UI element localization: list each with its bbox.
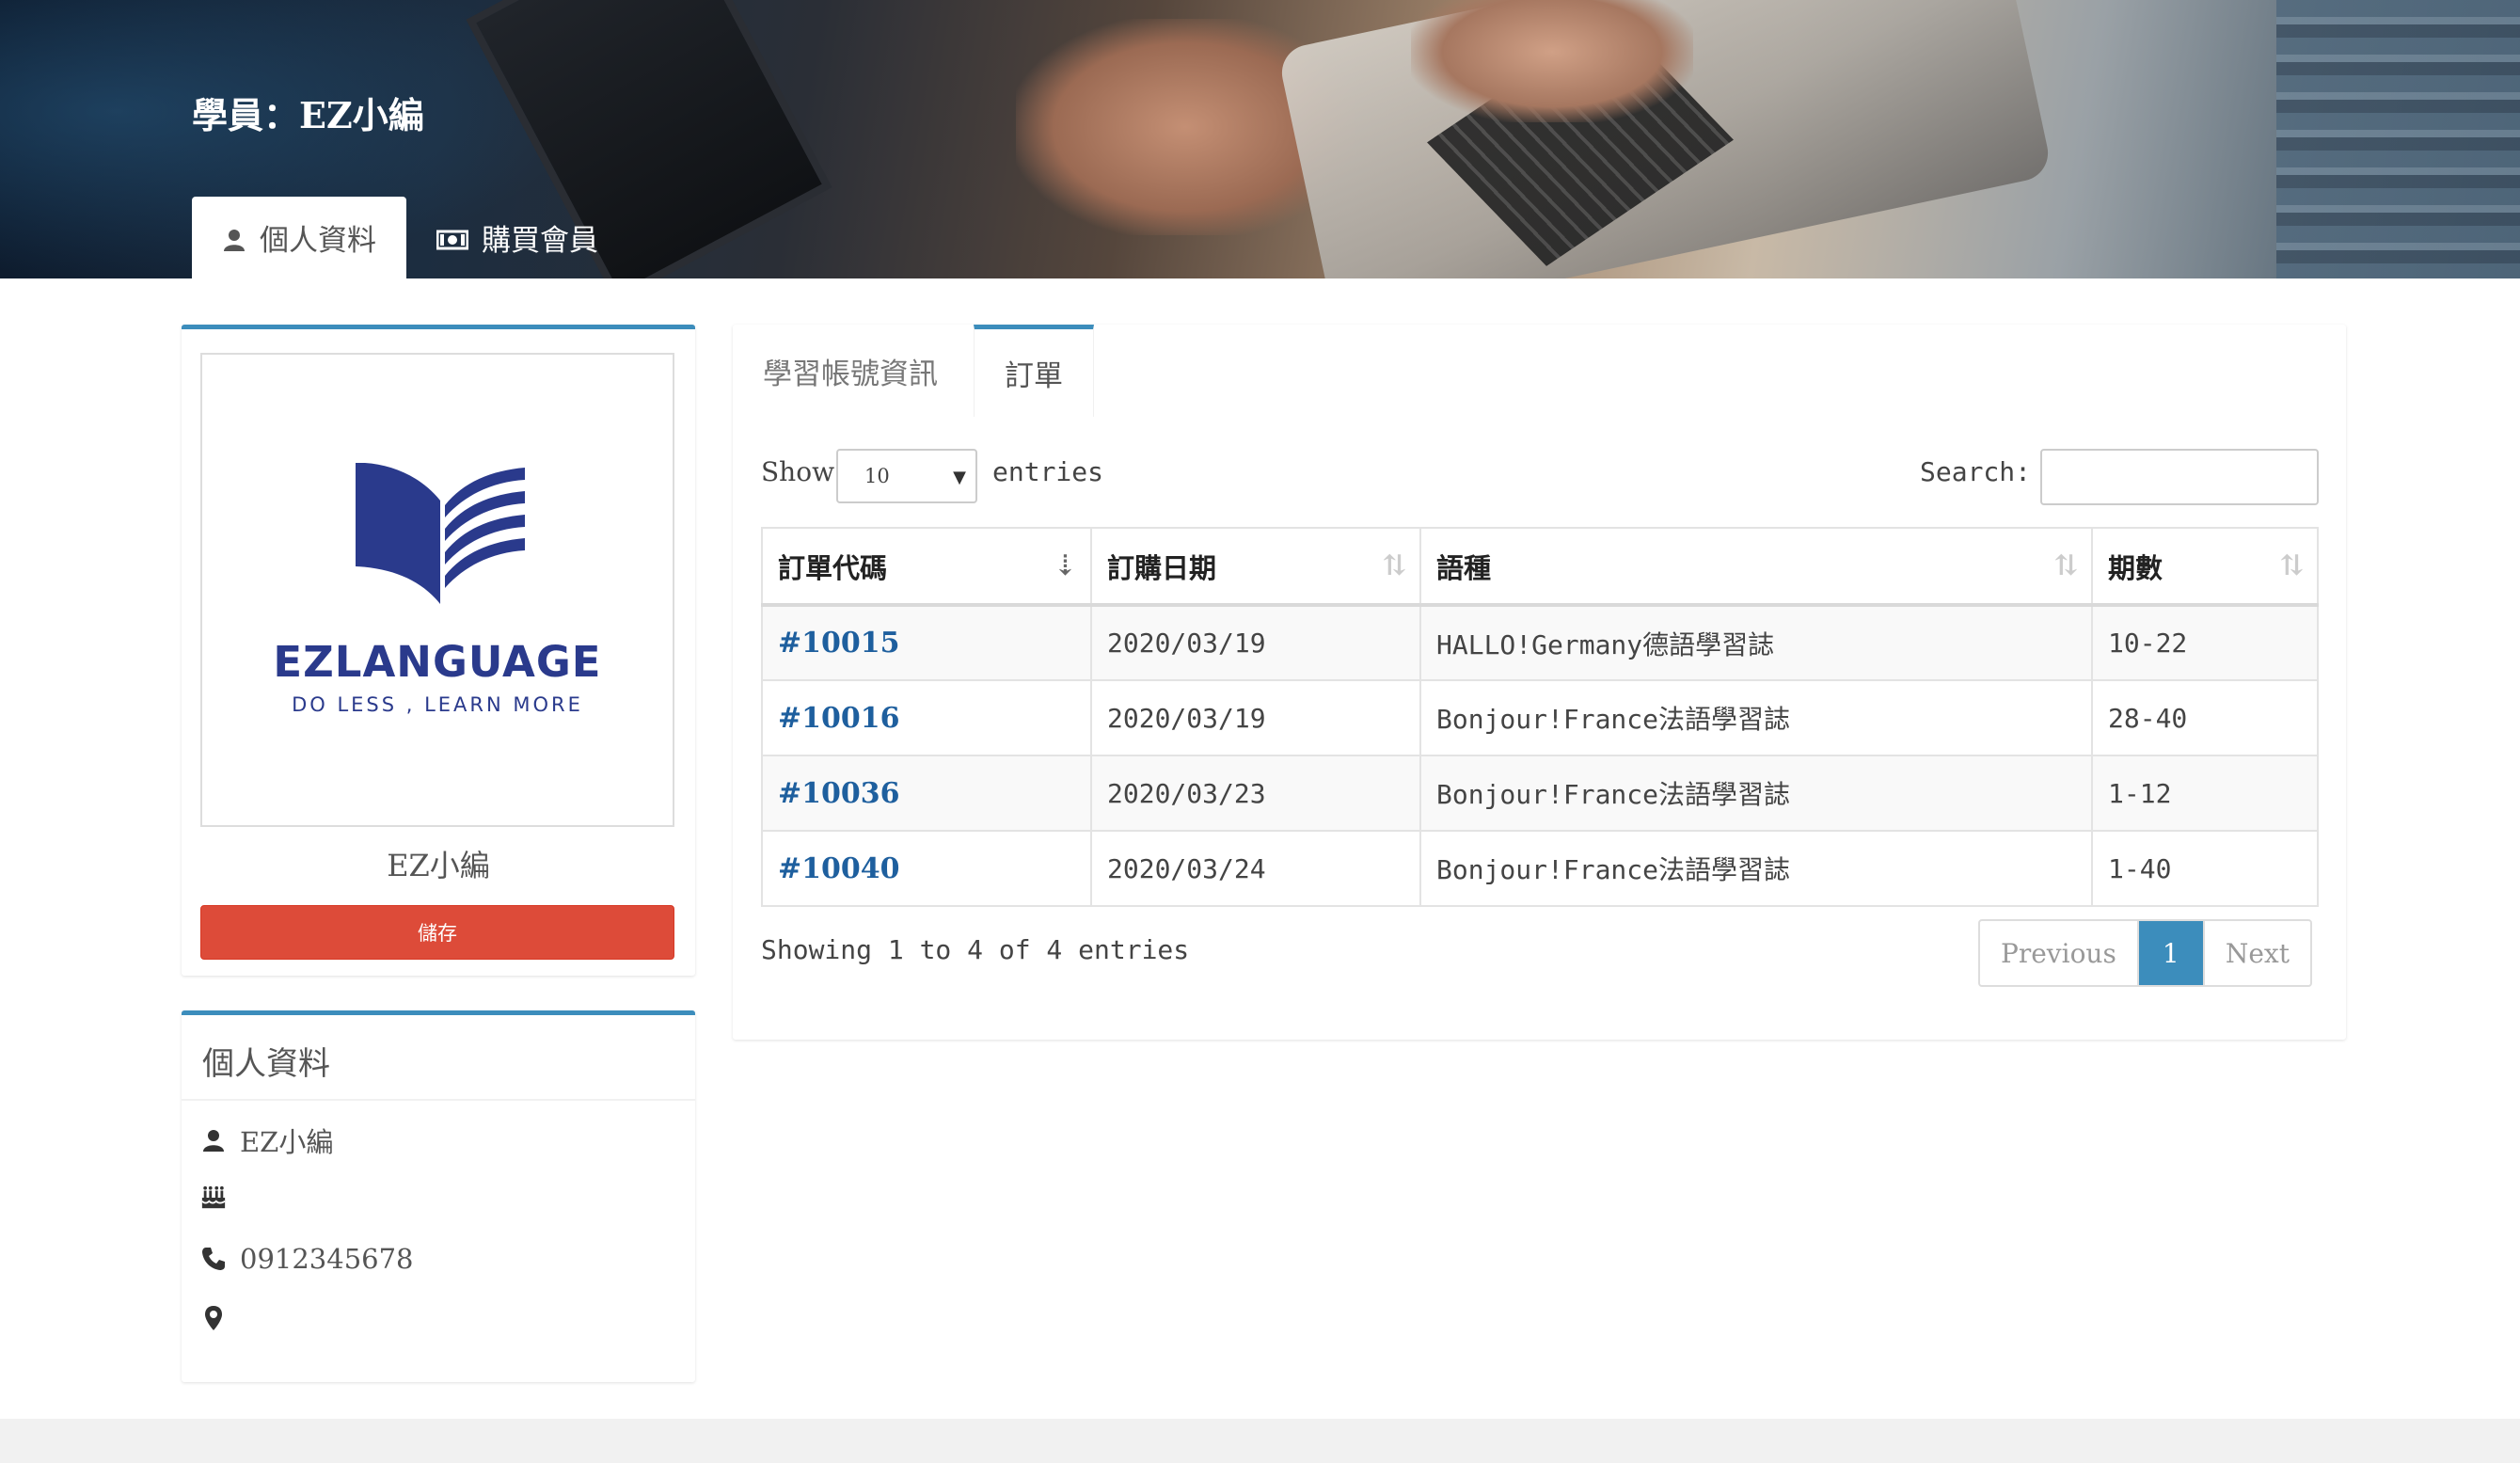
order-date-cell: 2020/03/23 — [1090, 755, 1421, 832]
page-length-value: 10 — [864, 465, 890, 487]
column-header-order-code[interactable]: 訂單代碼 ⇣ — [761, 527, 1092, 607]
info-phone-value: 0912345678 — [240, 1243, 414, 1275]
page-1-button[interactable]: 1 — [2138, 921, 2203, 985]
order-code-cell: #10016 — [761, 679, 1092, 756]
page-length-select[interactable]: 10 ▼ — [836, 449, 977, 503]
order-code-cell: #10015 — [761, 604, 1092, 681]
book-logo-icon — [356, 463, 525, 604]
orders-panel: 學習帳號資訊 訂單 Show 10 ▼ entries Search: 訂單代碼… — [733, 325, 2346, 1040]
column-header-language[interactable]: 語種 ⇅ — [1419, 527, 2093, 607]
banner-hand2-image — [1411, 0, 1693, 122]
user-icon — [222, 226, 246, 251]
search-label: Search: — [1920, 456, 2032, 487]
order-code-cell: #10040 — [761, 830, 1092, 907]
header-banner: 學員：EZ小編 個人資料 購買會員 — [0, 0, 2520, 278]
panel-tabs: 學習帳號資訊 訂單 — [733, 325, 2346, 417]
previous-button[interactable]: Previous — [1980, 921, 2139, 985]
profile-card: EZLANGUAGE DO LESS , LEARN MORE EZ小編 儲存 — [182, 325, 695, 976]
order-code-cell: #10036 — [761, 755, 1092, 832]
order-date-cell: 2020/03/19 — [1090, 679, 1421, 756]
next-button[interactable]: Next — [2202, 921, 2310, 985]
table-row: #10036 2020/03/23 Bonjour!France法語學習誌 1-… — [761, 755, 2319, 832]
pagination: Previous 1 Next — [1978, 919, 2312, 987]
language-cell: Bonjour!France法語學習誌 — [1419, 679, 2093, 756]
save-button[interactable]: 儲存 — [200, 905, 674, 960]
table-info: Showing 1 to 4 of 4 entries — [761, 934, 1190, 965]
tab-label: 購買會員 — [482, 224, 598, 258]
tab-orders[interactable]: 訂單 — [974, 325, 1094, 417]
info-row-birthday — [200, 1185, 240, 1211]
banner-books-image — [2276, 0, 2520, 278]
entries-label: entries — [992, 456, 1104, 487]
tab-purchase-membership[interactable]: 購買會員 — [406, 197, 628, 278]
tab-account-info[interactable]: 學習帳號資訊 — [763, 325, 938, 417]
order-link[interactable]: #10040 — [778, 852, 900, 885]
issues-cell: 1-40 — [2091, 830, 2319, 907]
table-row: #10016 2020/03/19 Bonjour!France法語學習誌 28… — [761, 679, 2319, 756]
column-header-issues[interactable]: 期數 ⇅ — [2091, 527, 2319, 607]
order-link[interactable]: #10015 — [778, 627, 900, 660]
search-input[interactable] — [2040, 449, 2319, 505]
logo-tagline: DO LESS , LEARN MORE — [292, 693, 583, 716]
divider — [182, 1099, 695, 1101]
info-name-value: EZ小編 — [240, 1126, 334, 1158]
column-header-order-date[interactable]: 訂購日期 ⇅ — [1090, 527, 1421, 607]
sort-icon: ⇅ — [2279, 549, 2304, 582]
info-row-phone: 0912345678 — [200, 1243, 414, 1275]
issues-cell: 10-22 — [2091, 604, 2319, 681]
footer — [0, 1419, 2520, 1463]
column-label: 語種 — [1436, 551, 1492, 584]
personal-info-card: 個人資料 EZ小編 0912345678 — [182, 1010, 695, 1382]
column-label: 訂單代碼 — [778, 551, 888, 584]
column-label: 期數 — [2108, 551, 2163, 584]
profile-avatar: EZLANGUAGE DO LESS , LEARN MORE — [200, 353, 674, 827]
order-date-cell: 2020/03/19 — [1090, 604, 1421, 681]
user-icon — [200, 1127, 227, 1153]
language-cell: Bonjour!France法語學習誌 — [1419, 830, 2093, 907]
tab-personal-info[interactable]: 個人資料 — [192, 197, 406, 278]
show-label: Show — [761, 456, 835, 487]
logo-wordmark: EZLANGUAGE — [273, 637, 602, 687]
sort-icon: ⇅ — [2053, 549, 2078, 582]
table-header-row: 訂單代碼 ⇣ 訂購日期 ⇅ 語種 ⇅ 期數 ⇅ — [761, 527, 2319, 607]
profile-name: EZ小編 — [387, 848, 490, 883]
table-row: #10040 2020/03/24 Bonjour!France法語學習誌 1-… — [761, 830, 2319, 907]
info-row-name: EZ小編 — [200, 1121, 333, 1160]
orders-table: 訂單代碼 ⇣ 訂購日期 ⇅ 語種 ⇅ 期數 ⇅ #10015 2020/03/1… — [761, 527, 2319, 907]
info-row-address — [200, 1305, 240, 1331]
order-link[interactable]: #10016 — [778, 702, 900, 735]
sort-asc-icon: ⇣ — [1053, 549, 1077, 582]
order-date-cell: 2020/03/24 — [1090, 830, 1421, 907]
chevron-down-icon: ▼ — [953, 468, 966, 487]
money-icon — [436, 226, 469, 250]
map-marker-icon — [200, 1305, 227, 1331]
personal-info-title: 個人資料 — [202, 1045, 330, 1083]
language-cell: Bonjour!France法語學習誌 — [1419, 755, 2093, 832]
language-cell: HALLO!Germany德語學習誌 — [1419, 604, 2093, 681]
column-label: 訂購日期 — [1107, 551, 1217, 584]
sort-icon: ⇅ — [1382, 549, 1406, 582]
issues-cell: 1-12 — [2091, 755, 2319, 832]
table-row: #10015 2020/03/19 HALLO!Germany德語學習誌 10-… — [761, 604, 2319, 681]
order-link[interactable]: #10036 — [778, 777, 900, 810]
phone-icon — [200, 1246, 227, 1272]
tab-label: 個人資料 — [260, 224, 376, 258]
birthday-cake-icon — [200, 1185, 227, 1211]
page-title: 學員：EZ小編 — [192, 94, 424, 136]
issues-cell: 28-40 — [2091, 679, 2319, 756]
header-tabs: 個人資料 購買會員 — [192, 197, 628, 278]
